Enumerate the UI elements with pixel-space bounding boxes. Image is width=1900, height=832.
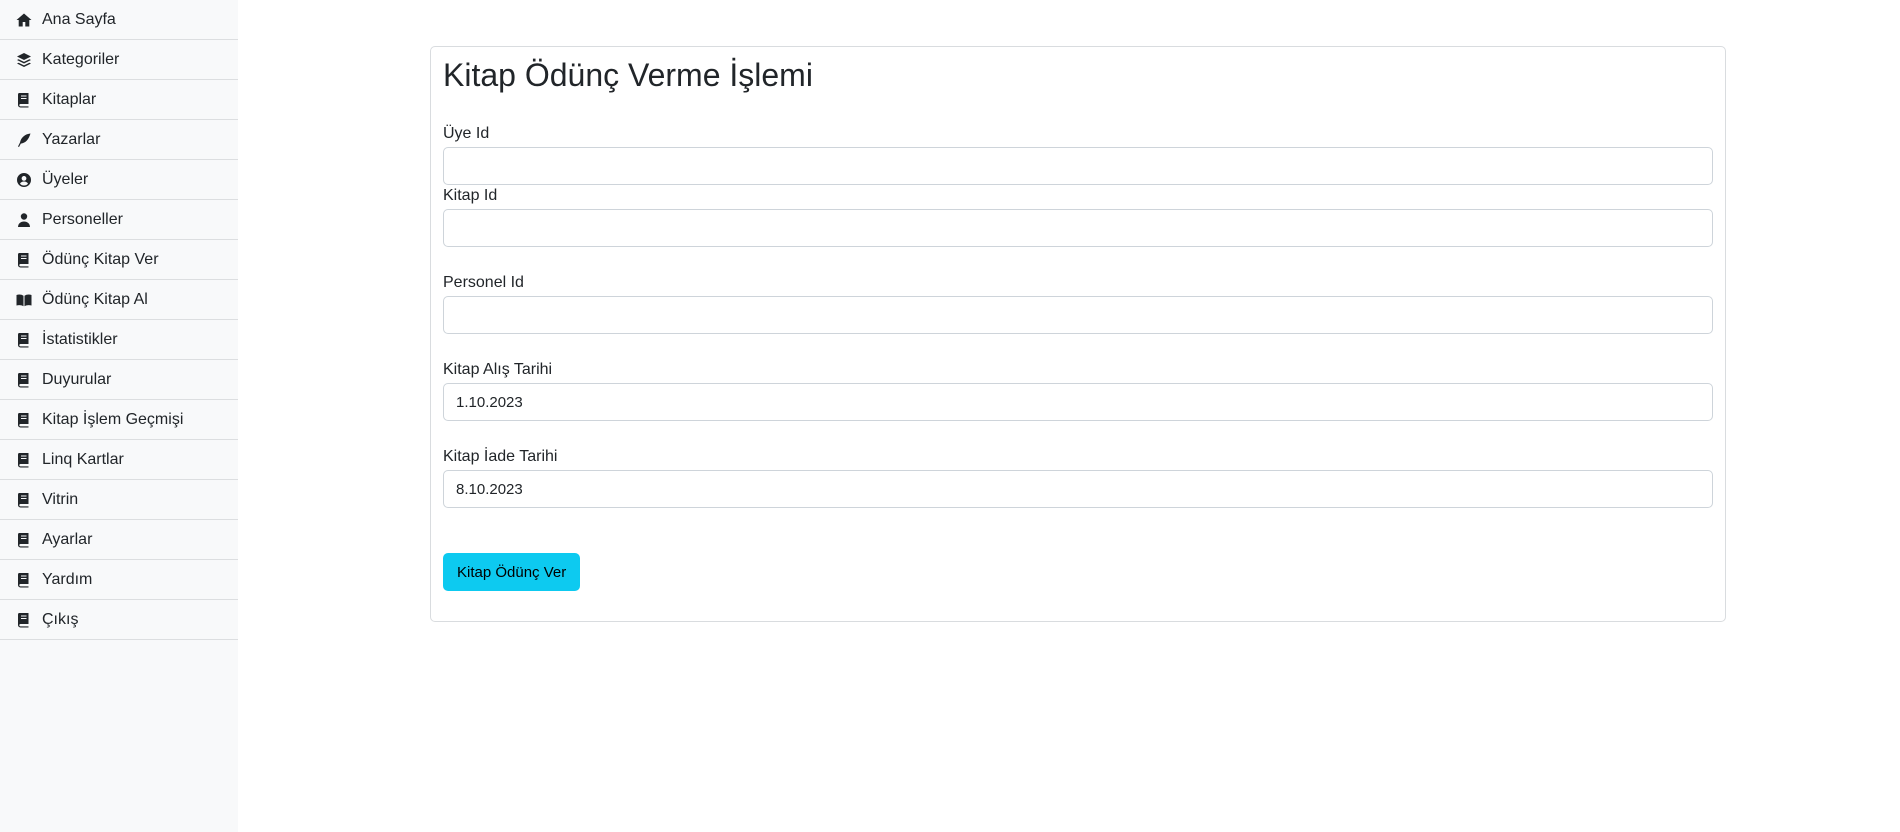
book-icon	[14, 451, 34, 469]
uye-id-input[interactable]	[443, 147, 1713, 185]
sidebar-item-label: İstatistikler	[42, 330, 118, 348]
personel-id-label: Personel Id	[443, 274, 524, 291]
sidebar-item-ana-sayfa[interactable]: Ana Sayfa	[0, 0, 238, 40]
sidebar-item-odunc-kitap-ver[interactable]: Ödünç Kitap Ver	[0, 240, 238, 280]
sidebar-item-label: Ana Sayfa	[42, 10, 116, 28]
sidebar-item-label: Ödünç Kitap Al	[42, 290, 148, 308]
sidebar-item-label: Yardım	[42, 570, 93, 588]
feather-icon	[14, 131, 34, 149]
sidebar-item-label: Çıkış	[42, 610, 79, 628]
book-icon	[14, 411, 34, 429]
sidebar-item-label: Ayarlar	[42, 530, 93, 548]
sidebar-item-label: Kitaplar	[42, 90, 97, 108]
sidebar-item-vitrin[interactable]: Vitrin	[0, 480, 238, 520]
book-icon	[14, 371, 34, 389]
sidebar-item-yardim[interactable]: Yardım	[0, 560, 238, 600]
user-circle-icon	[14, 171, 34, 189]
sidebar-item-personeller[interactable]: Personeller	[0, 200, 238, 240]
sidebar-item-label: Linq Kartlar	[42, 450, 124, 468]
sidebar-item-istatistikler[interactable]: İstatistikler	[0, 320, 238, 360]
sidebar-item-uyeler[interactable]: Üyeler	[0, 160, 238, 200]
uye-id-label: Üye Id	[443, 125, 490, 142]
page-title: Kitap Ödünç Verme İşlemi	[443, 57, 813, 93]
sidebar-item-linq-kartlar[interactable]: Linq Kartlar	[0, 440, 238, 480]
layers-icon	[14, 51, 34, 69]
user-icon	[14, 211, 34, 229]
home-icon	[14, 11, 34, 29]
sidebar-item-kategoriler[interactable]: Kategoriler	[0, 40, 238, 80]
sidebar-item-duyurular[interactable]: Duyurular	[0, 360, 238, 400]
sidebar-item-label: Vitrin	[42, 490, 79, 508]
book-open-icon	[14, 291, 34, 309]
alis-tarihi-label: Kitap Alış Tarihi	[443, 361, 553, 378]
book-icon	[14, 91, 34, 109]
sidebar: Ana Sayfa Kategoriler Kitaplar Yazarlar …	[0, 0, 238, 832]
book-icon	[14, 571, 34, 589]
sidebar-item-label: Personeller	[42, 210, 123, 228]
sidebar-menu: Ana Sayfa Kategoriler Kitaplar Yazarlar …	[0, 0, 238, 640]
main-content: Kitap Ödünç Verme İşlemi Üye Id Kitap Id…	[238, 0, 1900, 832]
sidebar-item-label: Üyeler	[42, 170, 89, 188]
kitap-odunc-ver-button[interactable]: Kitap Ödünç Ver	[443, 553, 581, 591]
iade-tarihi-label: Kitap İade Tarihi	[443, 448, 558, 465]
book-icon	[14, 491, 34, 509]
sidebar-item-label: Kategoriler	[42, 50, 120, 68]
kitap-id-input[interactable]	[443, 209, 1713, 247]
sidebar-item-yazarlar[interactable]: Yazarlar	[0, 120, 238, 160]
book-icon	[14, 531, 34, 549]
book-icon	[14, 611, 34, 629]
sidebar-item-kitap-islem-gecmisi[interactable]: Kitap İşlem Geçmişi	[0, 400, 238, 440]
sidebar-item-label: Duyurular	[42, 370, 112, 388]
kitap-id-label: Kitap Id	[443, 187, 498, 204]
sidebar-item-odunc-kitap-al[interactable]: Ödünç Kitap Al	[0, 280, 238, 320]
loan-form: Kitap Ödünç Verme İşlemi Üye Id Kitap Id…	[430, 46, 1726, 622]
book-icon	[14, 251, 34, 269]
personel-id-input[interactable]	[443, 296, 1713, 334]
book-icon	[14, 331, 34, 349]
sidebar-item-kitaplar[interactable]: Kitaplar	[0, 80, 238, 120]
sidebar-item-cikis[interactable]: Çıkış	[0, 600, 238, 640]
alis-tarihi-input[interactable]	[443, 383, 1713, 421]
iade-tarihi-input[interactable]	[443, 470, 1713, 508]
sidebar-item-ayarlar[interactable]: Ayarlar	[0, 520, 238, 560]
sidebar-item-label: Kitap İşlem Geçmişi	[42, 410, 184, 428]
sidebar-item-label: Ödünç Kitap Ver	[42, 250, 159, 268]
sidebar-item-label: Yazarlar	[42, 130, 101, 148]
